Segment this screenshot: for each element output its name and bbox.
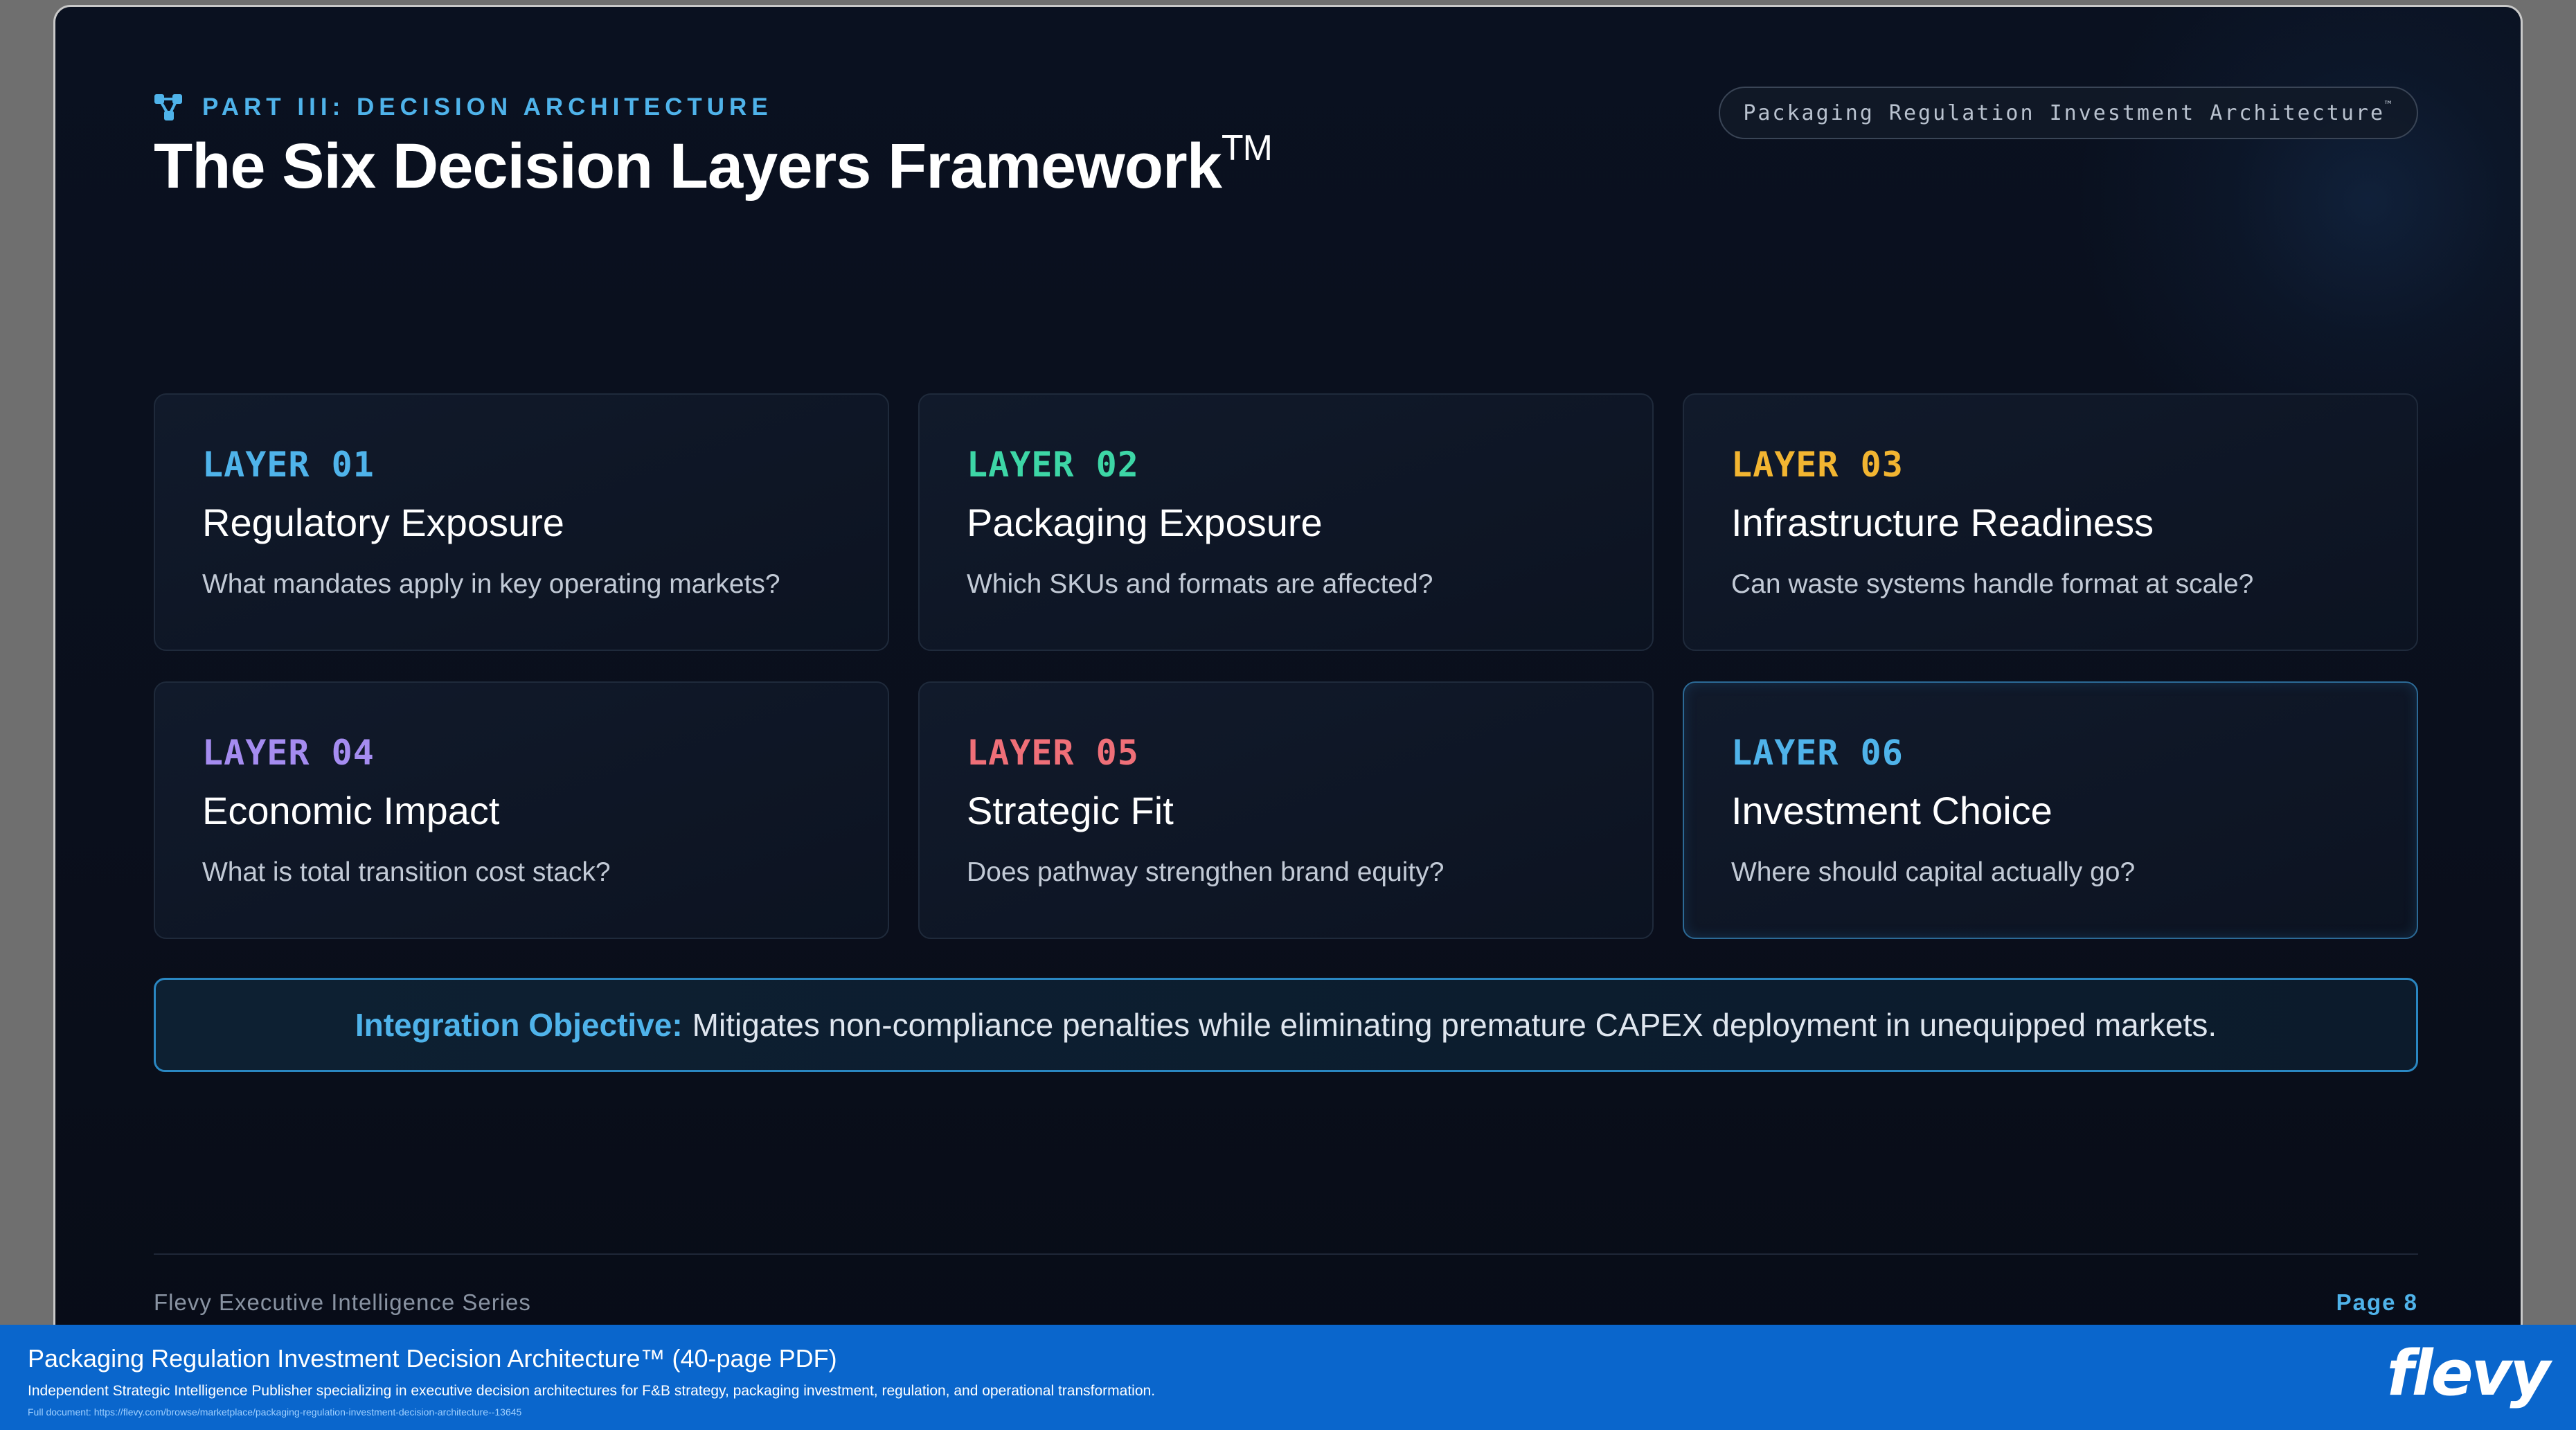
layer-title: Regulatory Exposure xyxy=(202,501,564,544)
layer-question: Can waste systems handle format at scale… xyxy=(1731,569,2254,599)
objective-text: Mitigates non-compliance penalties while… xyxy=(692,1007,2217,1043)
layer-question: Which SKUs and formats are affected? xyxy=(967,569,1433,599)
document-title: Packaging Regulation Investment Decision… xyxy=(28,1344,837,1373)
kicker-text: PART III: DECISION ARCHITECTURE xyxy=(202,93,773,120)
trademark-mark: TM xyxy=(1221,128,1273,169)
layer-number: LAYER 01 xyxy=(202,445,375,485)
layer-question: What mandates apply in key operating mar… xyxy=(202,569,780,599)
layers-grid: LAYER 01 Regulatory Exposure What mandat… xyxy=(154,393,2418,947)
slide: PART III: DECISION ARCHITECTURE The Six … xyxy=(55,7,2521,1423)
section-kicker: PART III: DECISION ARCHITECTURE xyxy=(154,90,773,125)
footer-divider xyxy=(154,1253,2418,1255)
layer-card-03: LAYER 03 Infrastructure Readiness Can wa… xyxy=(1683,393,2418,651)
page-number: Page 8 xyxy=(2336,1289,2418,1315)
objective-label: Integration Objective: xyxy=(355,1007,683,1043)
layer-card-04: LAYER 04 Economic Impact What is total t… xyxy=(154,681,889,939)
series-name: Flevy Executive Intelligence Series xyxy=(154,1289,531,1315)
layer-question: Where should capital actually go? xyxy=(1731,857,2136,887)
network-nodes-icon xyxy=(154,94,182,120)
layer-card-02: LAYER 02 Packaging Exposure Which SKUs a… xyxy=(918,393,1654,651)
page-title: The Six Decision Layers FrameworkTM xyxy=(154,128,1273,203)
document-footer-banner: Packaging Regulation Investment Decision… xyxy=(0,1325,2576,1430)
page-title-text: The Six Decision Layers Framework xyxy=(154,131,1222,202)
layer-title: Infrastructure Readiness xyxy=(1731,501,2154,544)
integration-objective-box: Integration Objective: Mitigates non-com… xyxy=(154,978,2418,1072)
layer-question: Does pathway strengthen brand equity? xyxy=(967,857,1444,887)
layer-card-05: LAYER 05 Strategic Fit Does pathway stre… xyxy=(918,681,1654,939)
document-tag-text: Packaging Regulation Investment Architec… xyxy=(1743,100,2386,125)
flevy-logo[interactable]: flevy xyxy=(2387,1337,2550,1410)
layer-title: Packaging Exposure xyxy=(967,501,1323,544)
page-count: (40-page PDF) xyxy=(672,1344,837,1373)
layer-title: Investment Choice xyxy=(1731,789,2052,832)
layer-title: Strategic Fit xyxy=(967,789,1174,832)
document-title-text: Packaging Regulation Investment Decision… xyxy=(28,1344,665,1373)
document-tag-pill: Packaging Regulation Investment Architec… xyxy=(1719,87,2418,139)
layer-number: LAYER 02 xyxy=(967,445,1139,485)
document-tag-mark: ™ xyxy=(2385,98,2394,111)
layer-number: LAYER 06 xyxy=(1731,733,1904,773)
layer-card-01: LAYER 01 Regulatory Exposure What mandat… xyxy=(154,393,889,651)
layer-number: LAYER 05 xyxy=(967,733,1139,773)
publisher-description: Independent Strategic Intelligence Publi… xyxy=(28,1383,1156,1399)
layer-card-06: LAYER 06 Investment Choice Where should … xyxy=(1683,681,2418,939)
document-link[interactable]: Full document: https://flevy.com/browse/… xyxy=(28,1406,521,1418)
layer-question: What is total transition cost stack? xyxy=(202,857,611,887)
layer-title: Economic Impact xyxy=(202,789,500,832)
layer-number: LAYER 04 xyxy=(202,733,375,773)
layer-number: LAYER 03 xyxy=(1731,445,1904,485)
